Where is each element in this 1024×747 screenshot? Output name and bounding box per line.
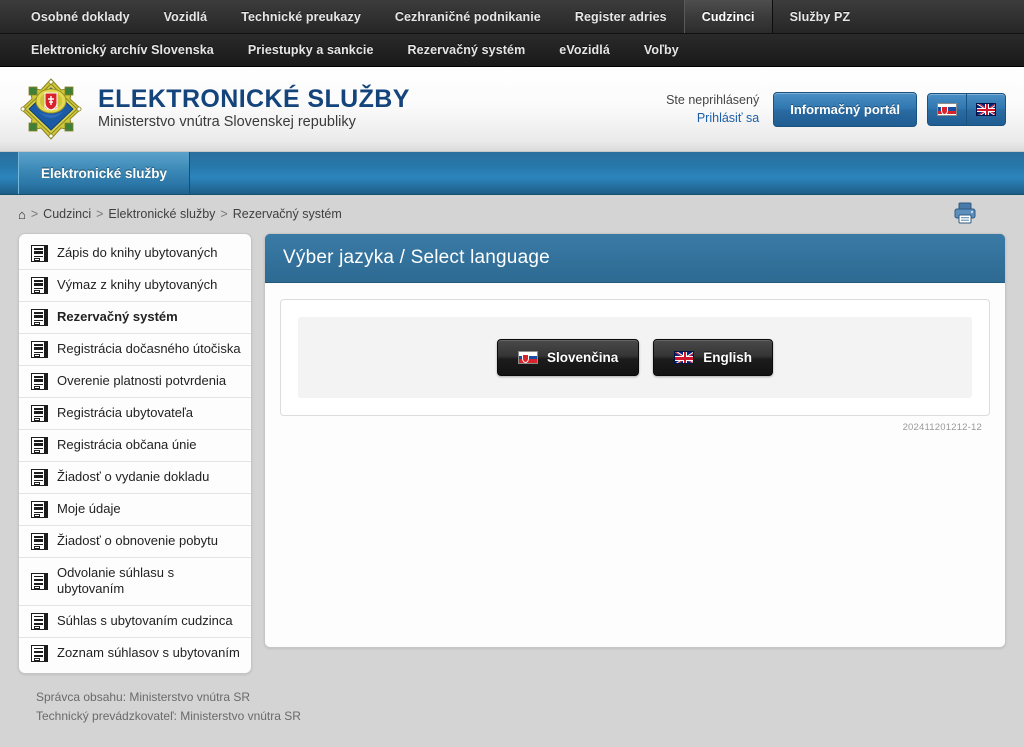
topnav-item-slu-by-pz[interactable]: Služby PZ [773, 0, 868, 33]
info-portal-button[interactable]: Informačný portál [773, 91, 917, 127]
login-status-text: Ste neprihlásený [666, 92, 760, 107]
language-switch-sk[interactable] [928, 94, 966, 125]
sidebar-item-v-maz-z-knihy-ubytovan-ch[interactable]: Výmaz z knihy ubytovaných [19, 270, 251, 302]
main-panel: Výber jazyka / Select language Slovenčin… [264, 233, 1006, 648]
site-header: ELEKTRONICKÉ SLUŽBY Ministerstvo vnútra … [0, 67, 1024, 152]
language-button-sloven-ina[interactable]: Slovenčina [496, 339, 640, 376]
topnav-item-priestupky-a-sankcie[interactable]: Priestupky a sankcie [231, 34, 391, 66]
language-selection-box: Slovenčina English [280, 299, 990, 416]
breadcrumb-separator: > [30, 207, 39, 221]
language-button-label: English [703, 350, 753, 365]
flag-slovakia-icon [937, 102, 957, 116]
slovak-coat-of-arms-emblem [18, 77, 84, 141]
breadcrumb-item-rezerva-n-syst-m[interactable]: Rezervačný systém [233, 207, 342, 221]
topnav-item-register-adries[interactable]: Register adries [558, 0, 684, 33]
sidebar-item-label: Registrácia občana únie [57, 437, 197, 453]
sidebar-menu: Zápis do knihy ubytovaných Výmaz z knihy … [18, 233, 252, 674]
sidebar-item-moje-daje[interactable]: Moje údaje [19, 494, 251, 526]
document-list-icon [31, 245, 48, 262]
topnav-item-osobn-doklady[interactable]: Osobné doklady [14, 0, 147, 33]
breadcrumb: ⌂ > Cudzinci > Elektronické služby > Rezervačn… [18, 207, 342, 221]
breadcrumb-item-elektronick-slu-by[interactable]: Elektronické služby [108, 207, 215, 221]
header-actions: Ste neprihlásený Prihlásiť sa Informačný… [666, 91, 1006, 127]
sidebar-item-label: Rezervačný systém [57, 309, 178, 325]
document-list-icon [31, 373, 48, 390]
breadcrumb-separator: > [220, 207, 228, 221]
sidebar-item-label: Súhlas s ubytovaním cudzinca [57, 612, 233, 628]
sidebar-item-label: Zoznam súhlasov s ubytovaním [57, 644, 240, 660]
sidebar-item-s-hlas-s-ubytovan-m-cudzinca[interactable]: Súhlas s ubytovaním cudzinca [19, 606, 251, 638]
breadcrumb-separator: > [96, 207, 104, 221]
flag-united-kingdom-icon [674, 351, 695, 364]
breadcrumb-item-cudzinci[interactable]: Cudzinci [43, 207, 91, 221]
sidebar-item-odvolanie-s-hlasu-s-ubytovan-m[interactable]: Odvolanie súhlasu s ubytovaním [19, 558, 251, 606]
sidebar-item-registr-cia-ob-ana-nie[interactable]: Registrácia občana únie [19, 430, 251, 462]
home-icon[interactable]: ⌂ [18, 208, 26, 221]
sidebar-item-label: Zápis do knihy ubytovaných [57, 245, 218, 261]
topnav-item-elektronick-arch-v-slovenska[interactable]: Elektronický archív Slovenska [14, 34, 231, 66]
flag-slovakia-icon [517, 351, 538, 364]
site-subtitle: Ministerstvo vnútra Slovenskej republiky [98, 114, 356, 131]
sidebar-item-zoznam-s-hlasov-s-ubytovan-m[interactable]: Zoznam súhlasov s ubytovaním [19, 638, 251, 669]
breadcrumb-bar: ⌂ > Cudzinci > Elektronické služby > Rezervačn… [18, 195, 1006, 233]
sidebar-item-label: Registrácia ubytovateľa [57, 405, 194, 421]
sidebar-item-overenie-platnosti-potvrdenia[interactable]: Overenie platnosti potvrdenia [19, 366, 251, 398]
sidebar-item-registr-cia-ubytovate-a[interactable]: Registrácia ubytovateľa [19, 398, 251, 430]
document-list-icon [31, 277, 48, 294]
topnav-item-cezhrani-n-podnikanie[interactable]: Cezhraničné podnikanie [378, 0, 558, 33]
flag-united-kingdom-icon [976, 102, 996, 116]
document-list-icon [31, 309, 48, 326]
document-list-icon [31, 572, 48, 590]
topnav-item-vo-by[interactable]: Voľby [627, 34, 696, 66]
sidebar-item-label: Odvolanie súhlasu s ubytovaním [57, 565, 175, 597]
sidebar-item-iados-o-obnovenie-pobytu[interactable]: Žiadosť o obnovenie pobytu [19, 526, 251, 558]
language-switch-en[interactable] [966, 93, 1005, 125]
login-status-block: Ste neprihlásený Prihlásiť sa [666, 91, 763, 127]
sidebar-item-registr-cia-do-asn-ho-to-iska[interactable]: Registrácia dočasného útočiska [19, 334, 251, 366]
document-list-icon [31, 341, 48, 358]
footer-content-manager: Správca obsahu: Ministerstvo vnútra SR [36, 689, 251, 704]
sidebar-item-label: Žiadosť o obnovenie pobytu [57, 533, 218, 549]
top-navigation-row-2: Elektronický archív Slovenska Priestupky … [0, 33, 1024, 66]
printer-icon[interactable] [952, 200, 978, 226]
panel-body: Slovenčina English 202411201212-12 [265, 283, 1005, 447]
page-body: ⌂ > Cudzinci > Elektronické služby > Rezervačn… [0, 195, 1024, 726]
language-button-english[interactable]: English [653, 339, 774, 376]
sidebar-item-z-pis-do-knihy-ubytovan-ch[interactable]: Zápis do knihy ubytovaných [19, 238, 251, 270]
sidebar-item-rezerva-n-syst-m[interactable]: Rezervačný systém [19, 302, 251, 334]
sidebar-item-iados-o-vydanie-dokladu[interactable]: Žiadosť o vydanie dokladu [19, 462, 251, 494]
sidebar-item-label: Moje údaje [57, 501, 121, 517]
content-columns: Zápis do knihy ubytovaných Výmaz z knihy … [18, 233, 1006, 674]
section-tabstrip: Elektronické služby [0, 152, 1024, 195]
document-list-icon [31, 612, 48, 630]
document-list-icon [31, 644, 48, 662]
sidebar-item-label: Výmaz z knihy ubytovaných [57, 277, 218, 293]
topnav-item-rezerva-n-syst-m[interactable]: Rezervačný systém [391, 34, 543, 66]
document-list-icon [31, 405, 48, 422]
tab-elektronicke-sluzby[interactable]: Elektronické služby [18, 152, 191, 194]
version-label: 202411201212-12 [902, 422, 982, 433]
sidebar-item-label: Žiadosť o vydanie dokladu [57, 469, 210, 485]
login-link[interactable]: Prihlásiť sa [666, 109, 759, 127]
topnav-item-technick-preukazy[interactable]: Technické preukazy [224, 0, 378, 33]
panel-title: Výber jazyka / Select language [265, 234, 1005, 283]
document-list-icon [31, 533, 48, 550]
document-list-icon [31, 437, 48, 454]
topnav-item-evozidl[interactable]: eVozidlá [542, 34, 627, 66]
language-button-group: Slovenčina English [298, 317, 972, 398]
site-title: ELEKTRONICKÉ SLUŽBY [98, 85, 410, 114]
language-button-label: Slovenčina [546, 350, 619, 365]
document-list-icon [31, 501, 48, 518]
top-navigation: Osobné doklady Vozidlá Technické preukazy C… [0, 0, 1024, 67]
top-navigation-row-1: Osobné doklady Vozidlá Technické preukazy C… [0, 0, 1024, 33]
language-switcher [927, 92, 1006, 126]
sidebar-item-label: Overenie platnosti potvrdenia [57, 373, 227, 389]
document-list-icon [31, 469, 48, 486]
footer-technical-operator: Technický prevádzkovateľ: Ministerstvo v… [36, 708, 301, 723]
sidebar-item-label: Registrácia dočasného útočiska [57, 341, 241, 357]
site-logo[interactable]: ELEKTRONICKÉ SLUŽBY Ministerstvo vnútra … [18, 77, 410, 141]
page-footer: Správca obsahu: Ministerstvo vnútra SR T… [18, 674, 1006, 726]
topnav-item-cudzinci[interactable]: Cudzinci [683, 0, 773, 33]
topnav-item-vozidl[interactable]: Vozidlá [147, 0, 225, 33]
